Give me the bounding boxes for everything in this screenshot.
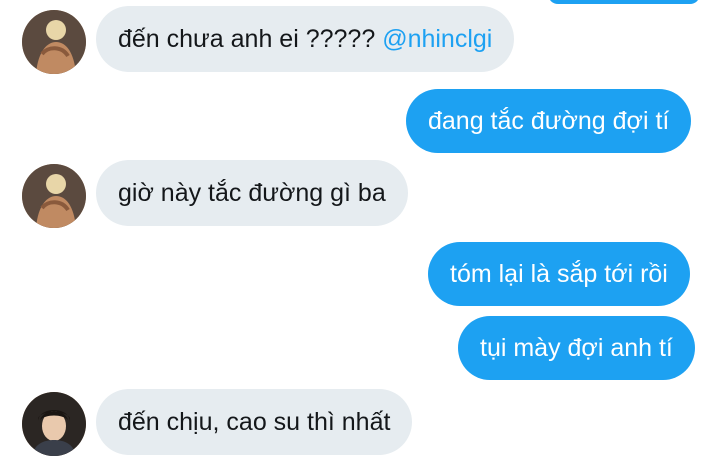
message-text: đang tắc đường đợi tí [428, 107, 670, 135]
message-text: đến chưa anh ei ????? [118, 25, 376, 53]
incoming-message-bubble[interactable]: đến chịu, cao su thì nhất [96, 389, 413, 455]
incoming-message-bubble[interactable]: đến chưa anh ei ????? @nhinclgi [96, 6, 515, 72]
outgoing-message-bubble[interactable]: tóm lại là sắp tới rồi [428, 242, 690, 306]
person-photo-icon [22, 10, 86, 74]
user-mention-link[interactable]: @nhinclgi [382, 25, 492, 53]
incoming-message-bubble[interactable]: giờ này tắc đường gì ba [96, 160, 408, 226]
person-photo-icon [22, 392, 86, 456]
avatar[interactable] [22, 392, 86, 456]
previous-message-bubble-edge [548, 0, 700, 4]
avatar[interactable] [22, 10, 86, 74]
message-text: tóm lại là sắp tới rồi [450, 260, 668, 288]
message-text: tụi mày đợi anh tí [480, 334, 673, 362]
outgoing-message-bubble[interactable]: tụi mày đợi anh tí [458, 316, 695, 380]
person-photo-icon [22, 164, 86, 228]
outgoing-message-bubble[interactable]: đang tắc đường đợi tí [406, 89, 692, 153]
chat-thread: đến chưa anh ei ????? @nhinclgi đang tắc… [0, 0, 720, 467]
message-text: đến chịu, cao su thì nhất [118, 408, 391, 436]
avatar[interactable] [22, 164, 86, 228]
message-text: giờ này tắc đường gì ba [118, 179, 386, 207]
